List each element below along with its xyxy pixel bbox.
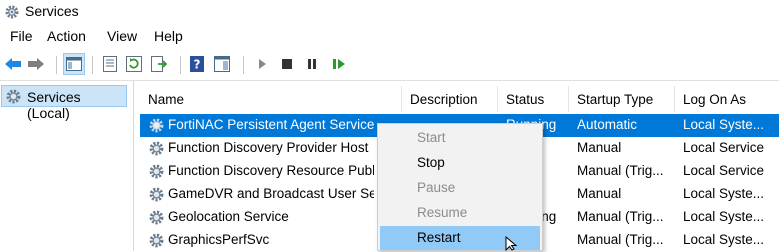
toolbar: ?	[0, 50, 779, 81]
menu-action[interactable]: Action	[47, 28, 86, 44]
service-name: FortiNAC Persistent Agent Service	[168, 117, 374, 132]
title-bar: Services	[0, 0, 779, 24]
tree-item-label: Services (Local)	[27, 89, 81, 121]
toolbar-separator	[92, 56, 93, 74]
help-icon[interactable]: ?	[187, 54, 207, 74]
menu-file[interactable]: File	[10, 28, 33, 44]
toolbar-separator	[180, 56, 181, 74]
service-name: Geolocation Service	[168, 209, 289, 224]
back-arrow-icon[interactable]	[3, 54, 23, 74]
service-gear-icon	[149, 187, 164, 202]
service-startup-type: Manual (Trig...	[577, 209, 664, 224]
forward-arrow-icon[interactable]	[26, 54, 46, 74]
mouse-cursor-icon	[505, 236, 518, 251]
console-tree: Services (Local)	[0, 81, 134, 251]
service-name: Function Discovery Provider Host	[168, 140, 369, 155]
context-menu: Start Stop Pause Resume Restart	[377, 123, 543, 251]
context-menu-stop[interactable]: Stop	[380, 151, 540, 175]
service-log-on-as: Local Service	[683, 163, 765, 178]
column-header-description[interactable]: Description	[402, 86, 498, 112]
gear-icon	[5, 5, 19, 19]
service-gear-icon	[149, 233, 164, 248]
context-menu-pause[interactable]: Pause	[380, 176, 540, 200]
toolbar-separator	[56, 56, 57, 74]
context-menu-start[interactable]: Start	[380, 126, 540, 150]
service-log-on-as: Local Syste...	[683, 186, 765, 201]
refresh-icon[interactable]	[124, 54, 144, 74]
service-startup-type: Manual	[577, 186, 622, 201]
gear-icon	[6, 89, 21, 104]
properties-icon[interactable]	[100, 54, 120, 74]
start-service-icon[interactable]	[252, 54, 272, 74]
service-name: GraphicsPerfSvc	[168, 232, 270, 247]
service-gear-icon	[149, 164, 164, 179]
service-startup-type: Manual	[577, 140, 622, 155]
show-hide-console-tree-icon[interactable]	[63, 53, 85, 75]
column-header-startup-type[interactable]: Startup Type	[569, 86, 675, 112]
tree-item-services-local[interactable]: Services (Local)	[1, 85, 127, 121]
menu-help[interactable]: Help	[154, 28, 183, 44]
column-header-name[interactable]: Name	[140, 86, 402, 112]
toolbar-separator	[243, 56, 244, 74]
action-pane-icon[interactable]	[212, 54, 232, 74]
svg-text:?: ?	[194, 58, 201, 72]
service-log-on-as: Local Syste...	[683, 209, 765, 224]
service-gear-icon	[149, 210, 164, 225]
service-log-on-as: Local Syste...	[683, 117, 765, 132]
window-title: Services	[25, 3, 79, 19]
service-log-on-as: Local Syste...	[683, 232, 765, 247]
service-startup-type: Automatic	[577, 117, 638, 132]
service-gear-icon	[149, 141, 164, 156]
restart-service-icon[interactable]	[329, 54, 349, 74]
stop-service-icon[interactable]	[277, 54, 297, 74]
service-startup-type: Manual (Trig...	[577, 232, 664, 247]
service-gear-icon	[149, 118, 164, 133]
pause-service-icon[interactable]	[302, 54, 322, 74]
column-header-log-on-as[interactable]: Log On As	[675, 86, 779, 112]
column-header-status[interactable]: Status	[498, 86, 569, 112]
export-list-icon[interactable]	[149, 54, 169, 74]
service-startup-type: Manual (Trig...	[577, 163, 664, 178]
service-name: Function Discovery Resource Publ	[168, 163, 374, 178]
menu-view[interactable]: View	[107, 28, 137, 44]
service-name: GameDVR and Broadcast User Serv	[168, 186, 374, 201]
context-menu-resume[interactable]: Resume	[380, 201, 540, 225]
menu-bar: File Action View Help	[0, 25, 779, 47]
service-log-on-as: Local Service	[683, 140, 765, 155]
